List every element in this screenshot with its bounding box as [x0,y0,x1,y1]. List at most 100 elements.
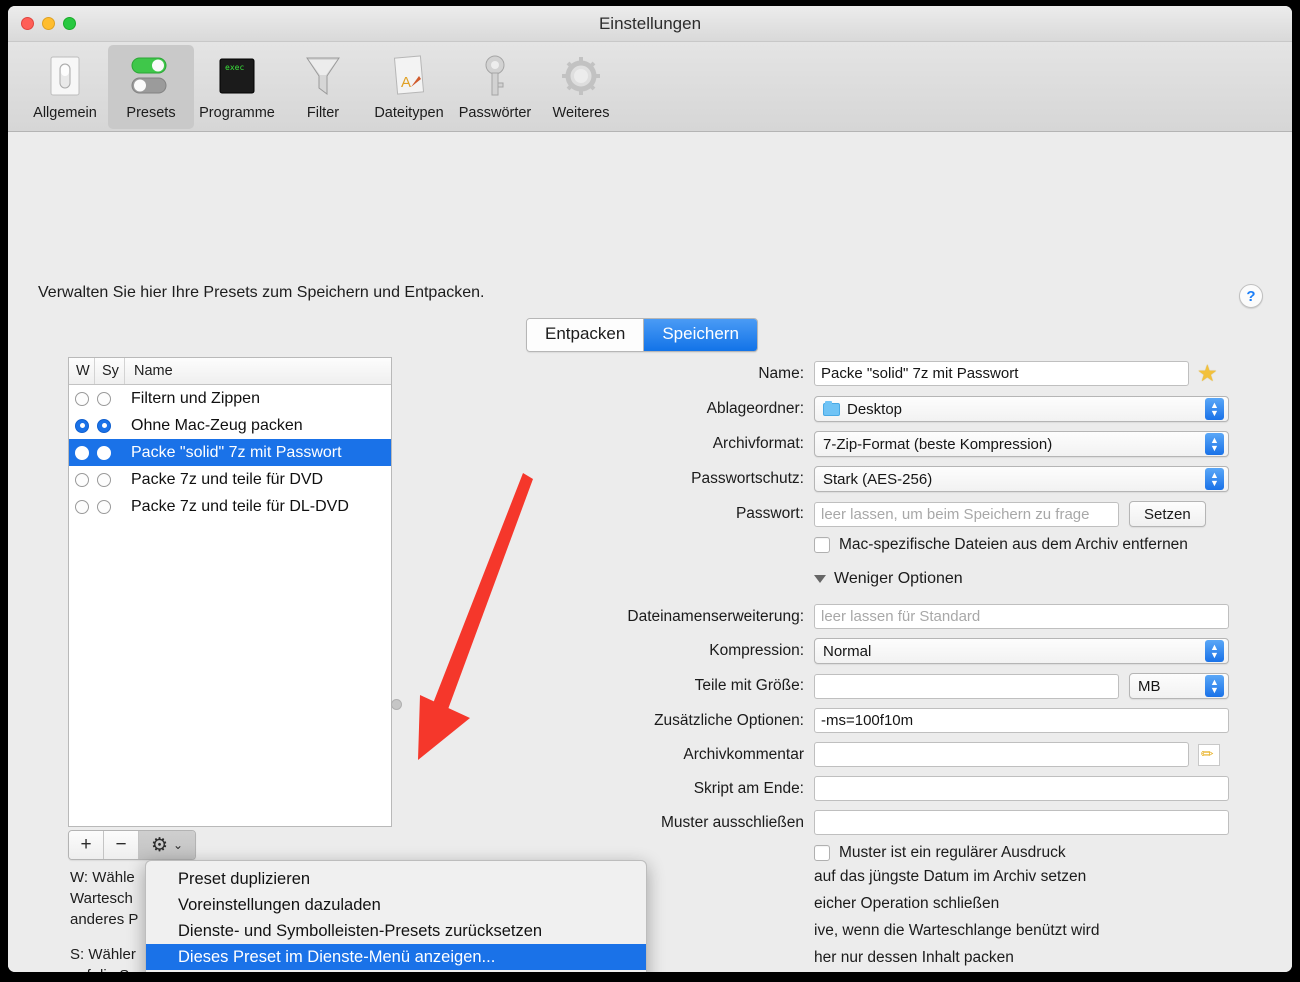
stepper-icon[interactable]: ▲ ▼ [1205,468,1224,490]
tab-entpacken[interactable]: Entpacken [527,319,645,351]
services-radio-cell[interactable] [97,499,127,514]
splitter-handle[interactable] [391,699,402,710]
radio-icon[interactable] [75,499,89,514]
hidden-option-row-3[interactable]: ive, wenn die Warteschlange benützt wird [814,922,1248,940]
comment-input[interactable] [814,742,1189,767]
password-input[interactable]: leer lassen, um beim Speichern zu frage [814,501,1119,527]
hidden-option-row-1[interactable]: auf das jüngste Datum im Archiv setzen [814,868,1248,886]
help-line-4: S: Wähler [70,946,136,963]
table-row[interactable]: Packe 7z und teile für DL-DVD [69,493,391,520]
services-radio-cell[interactable] [97,418,127,433]
pattern-regex-checkbox-row[interactable]: Muster ist ein regulärer Ausdruck [814,844,1248,862]
hidden-option-label: eicher Operation schließen [814,895,1000,912]
toolbar-item-weiteres[interactable]: Weiteres [538,45,624,129]
form-row-folder: Ablageordner: Desktop ▲ ▼ [608,396,1248,422]
hidden-option-row-2[interactable]: eicher Operation schließen [814,895,1248,913]
radio-icon[interactable] [97,472,111,487]
password-protection-select[interactable]: Stark (AES-256) ▲ ▼ [814,466,1229,492]
options-disclosure-toggle[interactable]: Weniger Optionen [814,570,1248,588]
radio-icon[interactable] [75,472,89,487]
help-button[interactable]: ? [1239,284,1263,308]
radio-icon[interactable] [75,418,89,433]
form-row-format: Archivformat: 7-Zip-Format (beste Kompre… [608,431,1248,457]
toolbar-item-filter[interactable]: Filter [280,45,366,129]
script-input[interactable] [814,776,1229,801]
table-row[interactable]: Packe 7z und teile für DVD [69,466,391,493]
radio-icon[interactable] [75,445,89,460]
column-header-name[interactable]: Name [125,358,391,384]
remove-mac-files-checkbox-row[interactable]: Mac-spezifische Dateien aus dem Archiv e… [814,536,1248,554]
set-password-button[interactable]: Setzen [1129,501,1206,527]
stepper-icon[interactable]: ▲ ▼ [1205,640,1224,662]
menu-item-reset-services-toolbar-presets[interactable]: Dienste- und Symbolleisten-Presets zurüc… [146,918,646,944]
radio-icon[interactable] [97,499,111,514]
column-header-w[interactable]: W [69,358,95,384]
stepper-icon[interactable]: ▲ ▼ [1205,433,1224,455]
queue-radio-cell[interactable] [75,445,97,460]
name-input[interactable]: Packe "solid" 7z mit Passwort [814,361,1189,386]
toolbar-item-allgemein[interactable]: Allgemein [22,45,108,129]
window-titlebar: Einstellungen [8,6,1292,42]
toolbar-label: Programme [199,105,275,121]
tab-speichern[interactable]: Speichern [644,319,757,351]
remove-mac-files-label: Mac-spezifische Dateien aus dem Archiv e… [839,536,1188,553]
radio-icon[interactable] [75,391,89,406]
queue-radio-cell[interactable] [75,499,97,514]
queue-radio-cell[interactable] [75,472,97,487]
table-row[interactable]: Filtern und Zippen [69,385,391,412]
stepper-icon[interactable]: ▲ ▼ [1205,675,1224,697]
preset-settings-form: Name: Packe "solid" 7z mit Passwort ★ Ab… [608,360,1248,972]
split-size-unit-select[interactable]: MB ▲ ▼ [1129,673,1229,699]
archive-format-select[interactable]: 7-Zip-Format (beste Kompression) ▲ ▼ [814,431,1229,457]
queue-radio-cell[interactable] [75,391,97,406]
favorite-star-icon[interactable]: ★ [1197,360,1218,387]
stepper-icon[interactable]: ▲ ▼ [1205,398,1224,420]
preferences-toolbar: Allgemein Presets exec Programme Filter … [8,42,1292,132]
checkbox-icon[interactable] [814,845,830,861]
format-value: 7-Zip-Format (beste Kompression) [823,435,1053,453]
toolbar-item-dateitypen[interactable]: A Dateitypen [366,45,452,129]
column-header-s[interactable]: Sy [95,358,125,384]
terminal-icon: exec [217,51,257,101]
toolbar-label: Weiteres [552,105,610,121]
compression-select[interactable]: Normal ▲ ▼ [814,638,1229,664]
triangle-down-icon [814,575,826,583]
help-line-3: anderes P [70,911,139,928]
hidden-option-row-4[interactable]: her nur dessen Inhalt packen [814,949,1248,967]
preset-name: Packe "solid" 7z mit Passwort [131,443,342,461]
menu-item-show-services-folder-in-finder[interactable]: Dienste-Ordner im Finder zeigen [146,970,646,972]
split-size-input[interactable] [814,673,1119,699]
extension-input[interactable]: leer lassen für Standard [814,604,1229,629]
services-radio-cell[interactable] [97,391,127,406]
preset-actions-gear-button[interactable]: ⚙ ⌄ [139,831,195,859]
radio-icon[interactable] [97,445,111,460]
toolbar-item-presets[interactable]: Presets [108,45,194,129]
extension-label: Dateinamenserweiterung: [627,607,804,625]
key-icon [480,51,510,101]
folder-label: Ablageordner: [706,400,804,417]
queue-radio-cell[interactable] [75,418,97,433]
remove-preset-button[interactable]: − [104,831,139,859]
menu-item-load-presets[interactable]: Voreinstellungen dazuladen [146,892,646,918]
preset-name: Filtern und Zippen [131,389,260,407]
form-row-compression: Kompression: Normal ▲ ▼ [608,638,1248,664]
form-row-password: Passwort: leer lassen, um beim Speichern… [608,501,1248,527]
add-preset-button[interactable]: + [69,831,104,859]
table-row[interactable]: Packe "solid" 7z mit Passwort [69,439,391,466]
preset-list[interactable]: W Sy Name Filtern und Zippen Ohne Mac-Ze… [68,357,392,827]
menu-item-show-preset-in-services-menu[interactable]: Dieses Preset im Dienste-Menü anzeigen..… [146,944,646,970]
radio-icon[interactable] [97,418,111,433]
table-row[interactable]: Ohne Mac-Zeug packen [69,412,391,439]
folder-select[interactable]: Desktop ▲ ▼ [814,396,1229,422]
edit-pencil-icon[interactable] [1198,743,1220,766]
services-radio-cell[interactable] [97,445,127,460]
checkbox-icon[interactable] [814,537,830,553]
toolbar-item-passwoerter[interactable]: Passwörter [452,45,538,129]
menu-item-duplicate-preset[interactable]: Preset duplizieren [146,866,646,892]
radio-icon[interactable] [97,391,111,406]
preset-list-header: W Sy Name [69,358,391,385]
toolbar-item-programme[interactable]: exec Programme [194,45,280,129]
exclude-pattern-input[interactable] [814,810,1229,835]
extra-options-input[interactable]: -ms=100f10m [814,708,1229,733]
services-radio-cell[interactable] [97,472,127,487]
